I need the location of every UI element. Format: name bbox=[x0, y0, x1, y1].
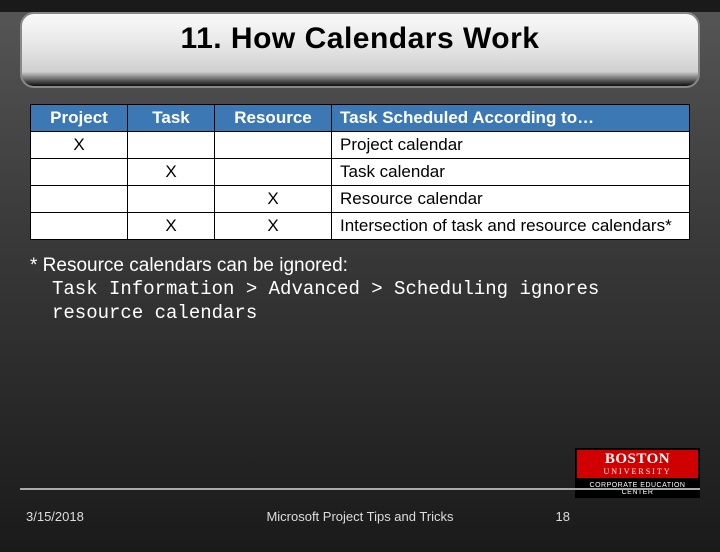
cell-project: X bbox=[31, 132, 128, 159]
table-row: X Task calendar bbox=[31, 159, 690, 186]
table-row: X Resource calendar bbox=[31, 186, 690, 213]
logo-line1: BOSTON bbox=[605, 451, 670, 467]
cell-task bbox=[128, 132, 215, 159]
slide-title: 11. How Calendars Work bbox=[181, 22, 540, 56]
boston-university-logo: BOSTON UNIVERSITY CORPORATE EDUCATION CE… bbox=[575, 448, 700, 498]
footer-divider bbox=[20, 488, 700, 490]
cell-project bbox=[31, 213, 128, 240]
cell-resource: X bbox=[215, 186, 332, 213]
col-project-header: Project bbox=[31, 105, 128, 132]
cell-desc: Task calendar bbox=[332, 159, 690, 186]
calendar-table: Project Task Resource Task Scheduled Acc… bbox=[30, 104, 690, 240]
footer: 3/15/2018 Microsoft Project Tips and Tri… bbox=[0, 494, 720, 538]
logo-line2: UNIVERSITY bbox=[577, 468, 698, 476]
footer-center: Microsoft Project Tips and Tricks bbox=[266, 509, 453, 524]
footnote-path-2: resource calendars bbox=[30, 302, 690, 326]
cell-task bbox=[128, 186, 215, 213]
slide: 11. How Calendars Work Project Task Reso… bbox=[0, 12, 720, 552]
col-resource-header: Resource bbox=[215, 105, 332, 132]
footnote-lead: * Resource calendars can be ignored: bbox=[30, 255, 348, 276]
title-region: 11. How Calendars Work bbox=[20, 12, 700, 88]
cell-resource: X bbox=[215, 213, 332, 240]
col-desc-header: Task Scheduled According to… bbox=[332, 105, 690, 132]
cell-task: X bbox=[128, 213, 215, 240]
cell-desc: Project calendar bbox=[332, 132, 690, 159]
cell-project bbox=[31, 159, 128, 186]
table-header-row: Project Task Resource Task Scheduled Acc… bbox=[31, 105, 690, 132]
cell-project bbox=[31, 186, 128, 213]
cell-desc: Resource calendar bbox=[332, 186, 690, 213]
footnote-path-1: Task Information > Advanced > Scheduling… bbox=[30, 278, 690, 302]
footer-page: 18 bbox=[556, 509, 570, 524]
footer-date: 3/15/2018 bbox=[26, 509, 84, 524]
cell-desc: Intersection of task and resource calend… bbox=[332, 213, 690, 240]
col-task-header: Task bbox=[128, 105, 215, 132]
content-area: Project Task Resource Task Scheduled Acc… bbox=[0, 88, 720, 325]
cell-resource bbox=[215, 132, 332, 159]
cell-task: X bbox=[128, 159, 215, 186]
table-row: X Project calendar bbox=[31, 132, 690, 159]
footnote: * Resource calendars can be ignored: Tas… bbox=[30, 254, 690, 325]
table-row: X X Intersection of task and resource ca… bbox=[31, 213, 690, 240]
logo-top: BOSTON UNIVERSITY bbox=[575, 448, 700, 480]
cell-resource bbox=[215, 159, 332, 186]
